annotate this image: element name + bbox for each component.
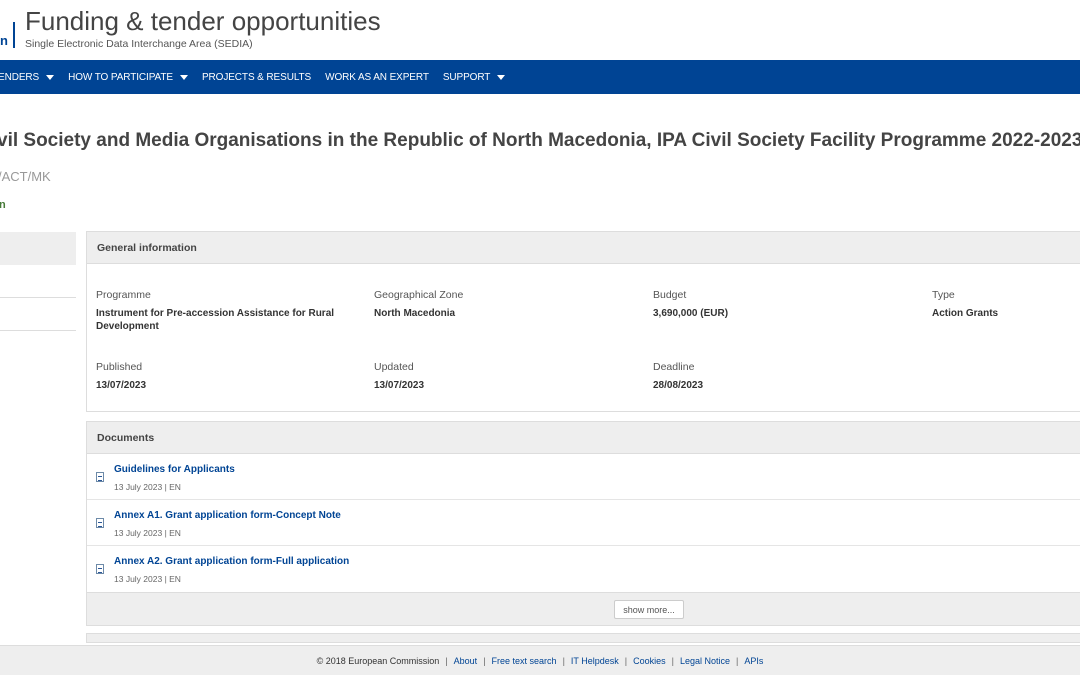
info-value: 13/07/2023 — [374, 380, 425, 391]
footer-link-free-text-search[interactable]: Free text search — [492, 656, 557, 666]
info-value: 13/07/2023 — [96, 380, 147, 391]
info-deadline: Deadline 28/08/2023 — [653, 361, 903, 392]
nav-item-projects-results[interactable]: PROJECTS & RESULTS — [202, 72, 311, 83]
info-value: North Macedonia — [374, 308, 456, 319]
caret-down-icon — [497, 74, 506, 80]
document-link[interactable]: Annex A2. Grant application form-Full ap… — [114, 556, 349, 567]
document-link[interactable]: Guidelines for Applicants — [114, 464, 235, 475]
word-document-icon — [96, 472, 104, 482]
info-label: Geographical Zone — [374, 289, 464, 301]
nav-item-how-to-participate[interactable]: HOW TO PARTICIPATE — [68, 72, 188, 83]
document-meta: 13 July 2023 | EN — [114, 482, 181, 492]
nav-item-label: ENDERS — [0, 71, 40, 83]
document-link[interactable]: Annex A1. Grant application form-Concept… — [114, 510, 341, 521]
footer-separator: | — [736, 655, 739, 666]
info-updated: Updated 13/07/2023 — [374, 361, 624, 392]
call-identifier: /ACT/MK — [0, 169, 51, 184]
next-panel-header — [86, 633, 1080, 643]
nav-item-label: HOW TO PARTICIPATE — [68, 71, 173, 83]
info-value: Action Grants — [932, 308, 999, 319]
footer-link-it-helpdesk[interactable]: IT Helpdesk — [571, 656, 619, 666]
footer-separator: | — [562, 655, 565, 666]
logo-separator — [13, 22, 15, 48]
caret-down-icon — [179, 74, 188, 80]
info-grid: Programme Instrument for Pre-accession A… — [87, 264, 1080, 411]
call-title: vil Society and Media Organisations in t… — [0, 130, 1080, 151]
footer-link-cookies[interactable]: Cookies — [633, 656, 666, 666]
show-more-button[interactable]: show more... — [614, 600, 684, 619]
panel-heading: Documents — [87, 422, 1080, 454]
info-published: Published 13/07/2023 — [96, 361, 346, 392]
nav-item-label: SUPPORT — [442, 71, 491, 83]
footer-separator: | — [445, 655, 448, 666]
footer-link-legal-notice[interactable]: Legal Notice — [680, 656, 730, 666]
info-type: Type Action Grants — [932, 289, 1080, 320]
caret-down-icon — [46, 74, 55, 80]
info-label: Updated — [374, 361, 414, 373]
document-row: Annex A2. Grant application form-Full ap… — [87, 546, 1080, 592]
info-label: Deadline — [653, 361, 695, 373]
nav-item-calls-for-tenders[interactable]: ENDERS — [0, 71, 55, 83]
footer-copyright: © 2018 European Commission — [316, 655, 440, 666]
panel-heading: General information — [87, 232, 1080, 264]
info-label: Type — [932, 289, 955, 301]
info-geographical-zone: Geographical Zone North Macedonia — [374, 289, 624, 320]
info-value: 28/08/2023 — [653, 380, 704, 391]
left-divider — [0, 330, 76, 331]
site-header: n Funding & tender opportunities Single … — [0, 0, 1080, 60]
info-budget: Budget 3,690,000 (EUR) — [653, 289, 903, 320]
left-divider — [0, 297, 76, 298]
documents-panel: Documents Guidelines for Applicants 13 J… — [86, 421, 1080, 626]
nav-item-work-as-expert[interactable]: WORK AS AN EXPERT — [325, 72, 429, 83]
call-status: n — [0, 199, 6, 211]
footer-link-apis[interactable]: APIs — [744, 656, 763, 666]
site-footer: © 2018 European Commission | About | Fre… — [0, 645, 1080, 675]
ec-logo-fragment[interactable]: n — [0, 33, 8, 48]
nav-item-label: PROJECTS & RESULTS — [201, 71, 312, 83]
site-subtitle: Single Electronic Data Interchange Area … — [25, 38, 253, 50]
show-more-bar: show more... — [87, 592, 1080, 625]
word-document-icon — [96, 564, 104, 574]
word-document-icon — [96, 518, 104, 528]
info-programme: Programme Instrument for Pre-accession A… — [96, 289, 346, 333]
footer-separator: | — [483, 655, 486, 666]
info-label: Programme — [96, 289, 151, 301]
general-information-panel: General information Programme Instrument… — [86, 231, 1080, 412]
nav-item-support[interactable]: SUPPORT — [442, 71, 506, 83]
document-row: Guidelines for Applicants 13 July 2023 |… — [87, 454, 1080, 500]
document-meta: 13 July 2023 | EN — [114, 574, 181, 584]
main-nav: ENDERS HOW TO PARTICIPATE PROJECTS & RES… — [0, 60, 1080, 94]
site-title[interactable]: Funding & tender opportunities — [25, 6, 381, 37]
document-row: Annex A1. Grant application form-Concept… — [87, 500, 1080, 546]
left-panel-header — [0, 232, 76, 265]
footer-separator: | — [671, 655, 674, 666]
footer-separator: | — [624, 655, 628, 666]
info-label: Published — [96, 361, 143, 373]
info-value: Instrument for Pre-accession Assistance … — [96, 308, 335, 332]
document-meta: 13 July 2023 | EN — [114, 528, 181, 538]
footer-link-about[interactable]: About — [454, 656, 478, 666]
nav-item-label: WORK AS AN EXPERT — [325, 71, 429, 83]
info-label: Budget — [653, 289, 687, 301]
info-value: 3,690,000 (EUR) — [653, 308, 729, 319]
